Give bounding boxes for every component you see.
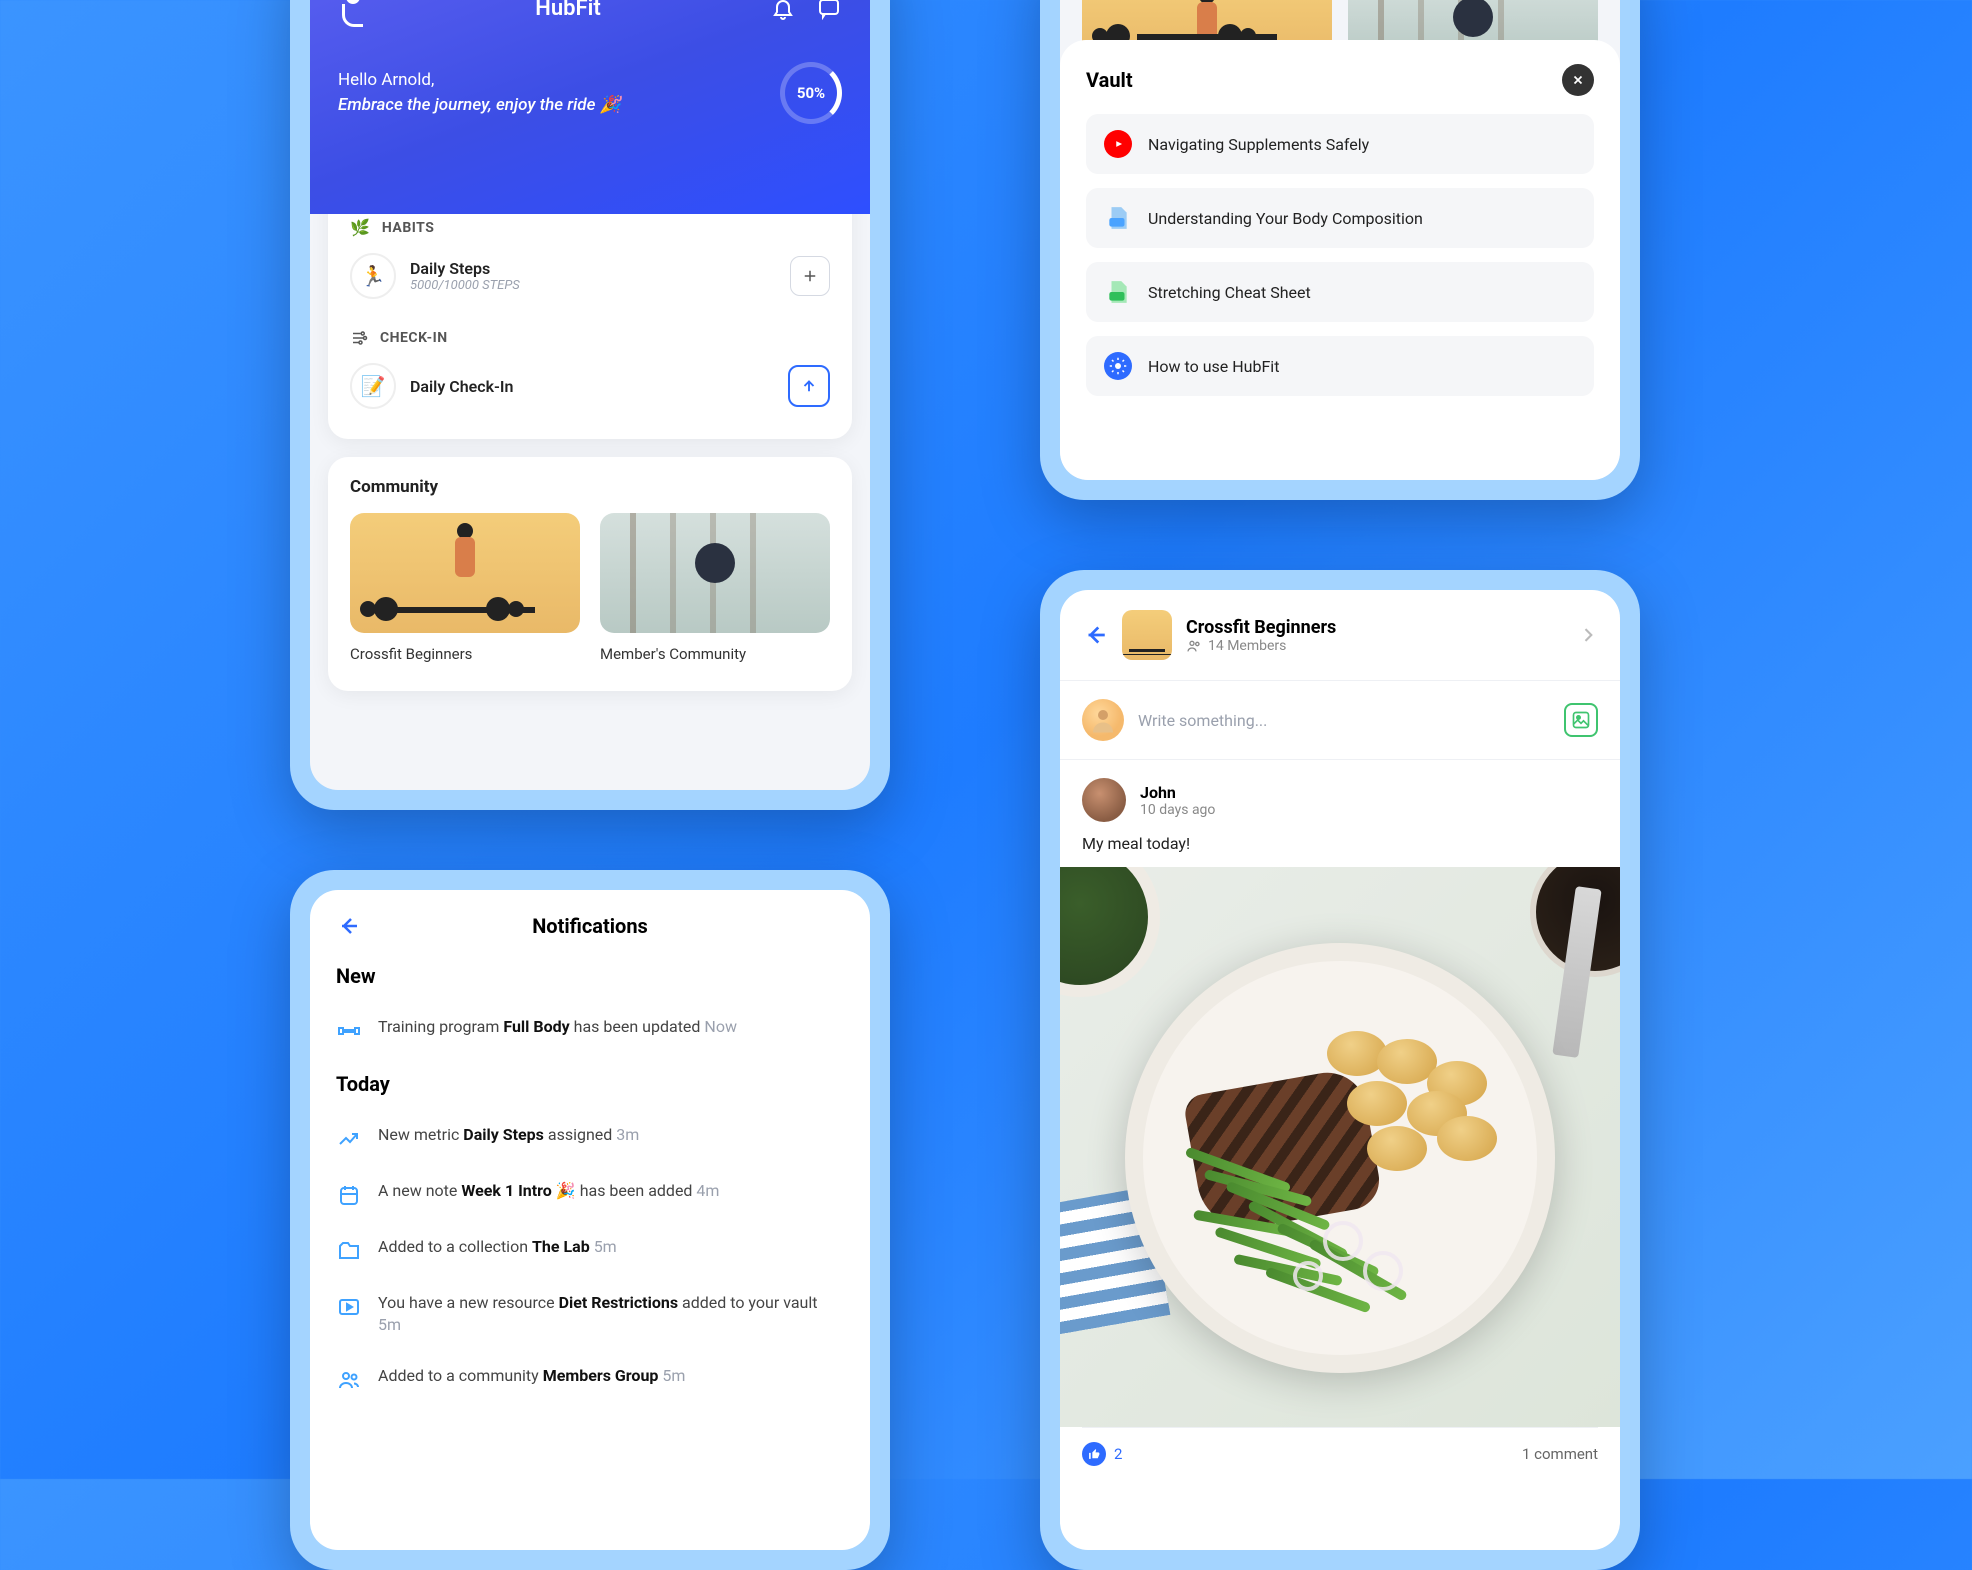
vault-sheet: Vault Navigating Supplements Safely Un	[1060, 40, 1620, 480]
checkin-label: CHECK-IN	[380, 330, 448, 346]
greeting-hello: Hello Arnold,	[338, 70, 434, 90]
post-footer: 2 1 comment	[1082, 1427, 1598, 1480]
dumbbell-icon	[336, 1018, 362, 1044]
notification-text: New metric Daily Steps assigned 3m	[378, 1124, 639, 1146]
notification-text: Added to a collection The Lab 5m	[378, 1236, 617, 1258]
vault-item-label: Understanding Your Body Composition	[1148, 209, 1423, 228]
home-header: HubFit Hello Arnold, Embrace the journey…	[310, 0, 870, 214]
home-screen: HubFit Hello Arnold, Embrace the journey…	[290, 0, 890, 810]
vault-item[interactable]: Understanding Your Body Composition	[1086, 188, 1594, 248]
community-thumbnail	[600, 513, 830, 633]
vault-inner: Vault Navigating Supplements Safely Un	[1060, 0, 1620, 480]
notifications-inner: Notifications New Training program Full …	[310, 890, 870, 1550]
youtube-icon	[1104, 130, 1132, 158]
habit-title: Daily Steps	[410, 259, 776, 278]
spreadsheet-icon	[1104, 278, 1132, 306]
bell-icon[interactable]	[770, 0, 796, 21]
habit-sub: 5000/10000 STEPS	[410, 278, 776, 293]
notification-text: Training program Full Body has been upda…	[378, 1016, 737, 1038]
people-icon	[336, 1367, 362, 1393]
close-button[interactable]	[1562, 64, 1594, 96]
community-card: Community Crossfit Beginners Member's Co…	[328, 457, 852, 691]
section-today: Today	[336, 1072, 844, 1096]
chat-icon[interactable]	[816, 0, 842, 21]
trend-icon	[336, 1126, 362, 1152]
app-title: HubFit	[366, 0, 770, 21]
notifications-title: Notifications	[336, 914, 844, 938]
notification-text: Added to a community Members Group 5m	[378, 1365, 685, 1387]
thumbs-up-icon	[1082, 1442, 1106, 1466]
notification-text: You have a new resource Diet Restriction…	[378, 1292, 817, 1337]
group-members: 14 Members	[1186, 638, 1564, 654]
vault-item[interactable]: Navigating Supplements Safely	[1086, 114, 1594, 174]
notification-text: A new note Week 1 Intro 🎉 has been added…	[378, 1180, 719, 1202]
notification-row[interactable]: You have a new resource Diet Restriction…	[336, 1282, 844, 1355]
comment-link[interactable]: 1 comment	[1522, 1445, 1598, 1463]
notifications-screen: Notifications New Training program Full …	[290, 870, 890, 1570]
home-topbar: HubFit	[338, 0, 842, 26]
post-author: John	[1140, 783, 1215, 802]
running-icon: 🏃	[350, 253, 396, 299]
user-avatar	[1082, 699, 1124, 741]
hubfit-logo-icon	[338, 0, 366, 26]
upload-checkin-button[interactable]	[788, 365, 830, 407]
community-label: Crossfit Beginners	[350, 645, 580, 663]
checkin-icon	[350, 329, 368, 347]
pdf-icon	[1104, 204, 1132, 232]
attach-image-button[interactable]	[1564, 703, 1598, 737]
community-label: Member's Community	[600, 645, 830, 663]
vault-title: Vault	[1086, 68, 1133, 92]
document-icon: 📝	[350, 363, 396, 409]
resource-icon	[336, 1294, 362, 1320]
section-new: New	[336, 964, 844, 988]
feed-inner: Crossfit Beginners 14 Members Write some…	[1060, 590, 1620, 1550]
back-button[interactable]	[1082, 622, 1108, 648]
greeting-quote: Embrace the journey, enjoy the ride 🎉	[338, 95, 621, 115]
group-thumbnail	[1122, 610, 1172, 660]
community-thumbnail	[350, 513, 580, 633]
chevron-right-icon[interactable]	[1578, 625, 1598, 645]
progress-ring: 50%	[780, 62, 842, 124]
like-count: 2	[1114, 1445, 1122, 1463]
post-time: 10 days ago	[1140, 802, 1215, 818]
greeting: Hello Arnold, Embrace the journey, enjoy…	[338, 68, 621, 119]
vault-screen: Vault Navigating Supplements Safely Un	[1040, 0, 1640, 500]
post: John 10 days ago My meal today!	[1060, 760, 1620, 1480]
notification-row[interactable]: Added to a collection The Lab 5m	[336, 1226, 844, 1282]
notification-row[interactable]: New metric Daily Steps assigned 3m	[336, 1114, 844, 1170]
feed-screen: Crossfit Beginners 14 Members Write some…	[1040, 570, 1640, 1570]
add-habit-button[interactable]	[790, 256, 830, 296]
habits-icon: 🌿	[350, 218, 370, 237]
vault-item-label: How to use HubFit	[1148, 357, 1279, 376]
community-item[interactable]: Member's Community	[600, 513, 830, 663]
post-image[interactable]	[1060, 867, 1620, 1427]
group-title: Crossfit Beginners	[1186, 617, 1564, 638]
notification-row[interactable]: Added to a community Members Group 5m	[336, 1355, 844, 1411]
vault-item[interactable]: Stretching Cheat Sheet	[1086, 262, 1594, 322]
vault-item-label: Navigating Supplements Safely	[1148, 135, 1369, 154]
folder-icon	[336, 1238, 362, 1264]
progress-percent: 50%	[797, 84, 825, 102]
vault-item[interactable]: How to use HubFit	[1086, 336, 1594, 396]
habit-row[interactable]: 🏃 Daily Steps 5000/10000 STEPS	[350, 243, 830, 309]
home-inner: HubFit Hello Arnold, Embrace the journey…	[310, 0, 870, 790]
post-author-avatar	[1082, 778, 1126, 822]
vault-item-label: Stretching Cheat Sheet	[1148, 283, 1311, 302]
notification-row[interactable]: Training program Full Body has been upda…	[336, 1006, 844, 1062]
checkin-row[interactable]: 📝 Daily Check-In	[350, 353, 830, 419]
post-body: My meal today!	[1082, 834, 1598, 853]
feed-header: Crossfit Beginners 14 Members	[1060, 590, 1620, 681]
community-title: Community	[350, 477, 830, 497]
notification-row[interactable]: A new note Week 1 Intro 🎉 has been added…	[336, 1170, 844, 1226]
compose-input[interactable]: Write something...	[1138, 711, 1550, 730]
community-item[interactable]: Crossfit Beginners	[350, 513, 580, 663]
compose-row: Write something...	[1060, 681, 1620, 760]
habits-label: HABITS	[382, 220, 434, 236]
checkin-title: Daily Check-In	[410, 377, 774, 396]
gear-icon	[1104, 352, 1132, 380]
note-icon	[336, 1182, 362, 1208]
like-button[interactable]: 2	[1082, 1442, 1122, 1466]
